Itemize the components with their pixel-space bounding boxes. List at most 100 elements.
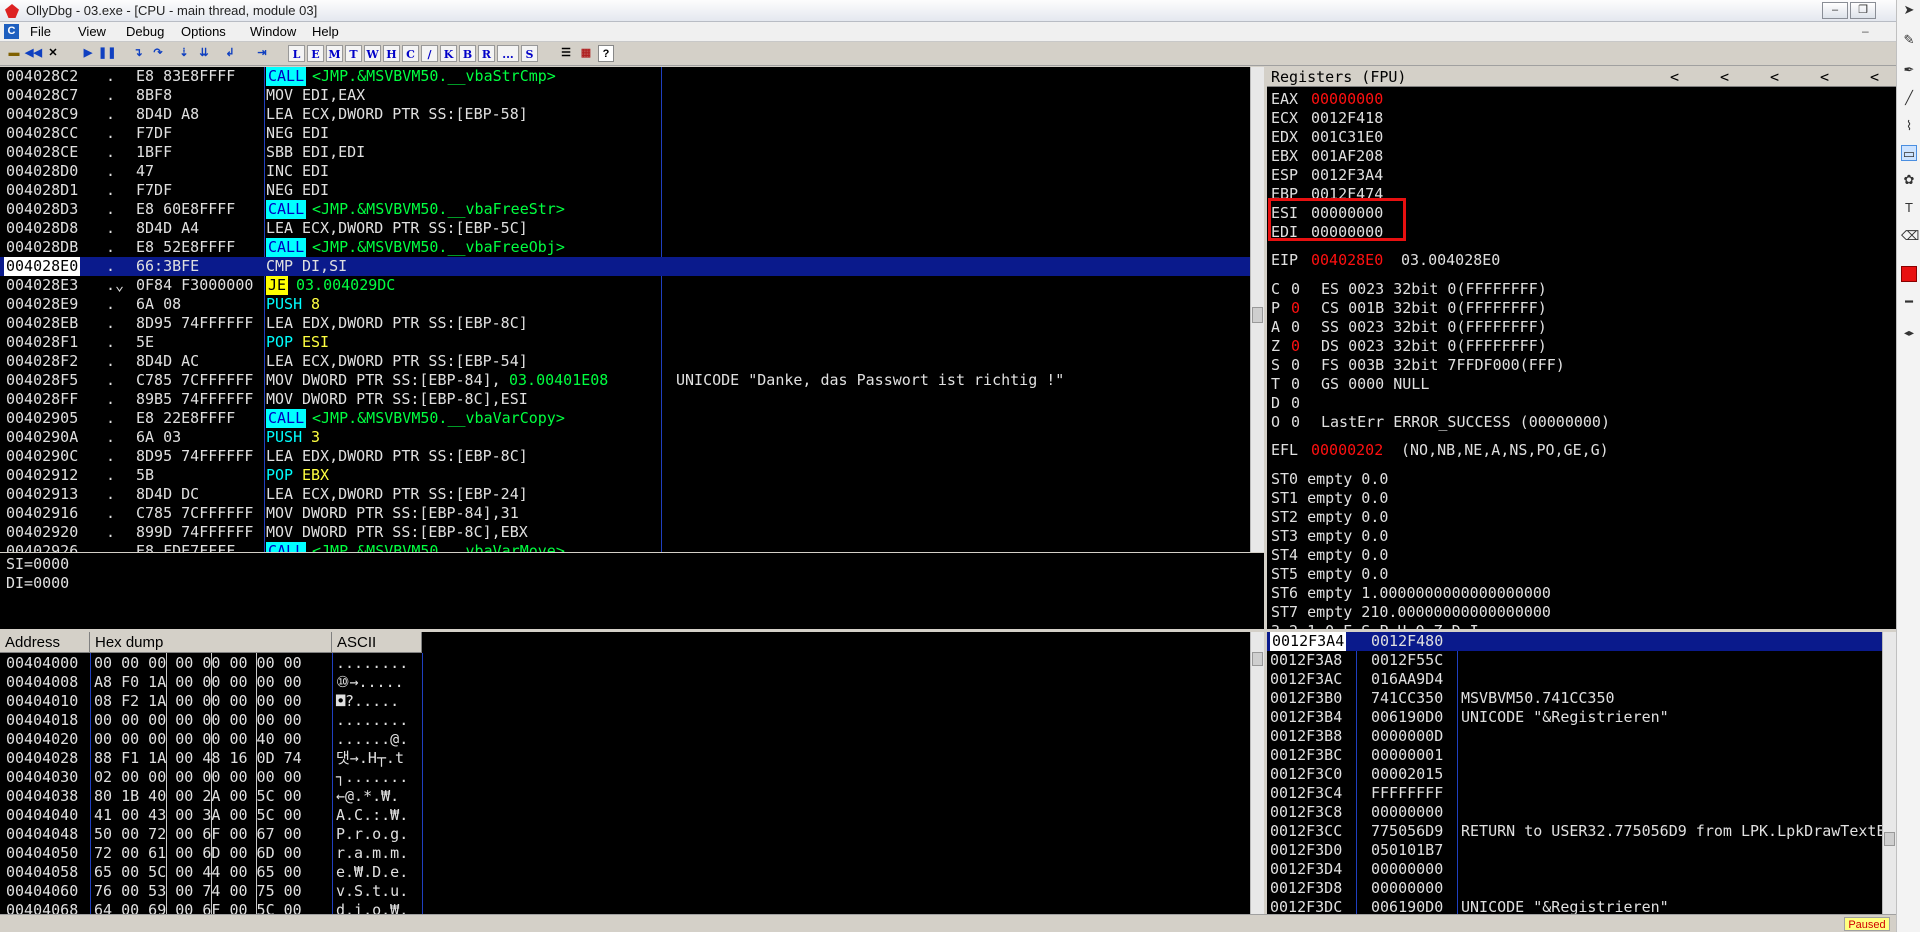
flag-value[interactable]: 0 — [1291, 394, 1300, 413]
text-tool-icon[interactable]: T — [1901, 200, 1917, 216]
hex-column-header[interactable]: Hex dump — [90, 632, 332, 653]
registers-pane[interactable]: Registers (FPU) < < < < < EAX 00000000 ECX 0012… — [1267, 67, 1896, 629]
disassembly-pane[interactable]: 004028C2. E8 83E8FFFF CALL <JMP.&MSVBVM50._… — [0, 67, 1250, 552]
register-view-arrow-button[interactable]: < — [1670, 68, 1679, 87]
disasm-row[interactable]: 00402916. C785 7CFFFFFF MOV DWORD PTR SS:[E… — [0, 504, 1250, 523]
disasm-row[interactable]: 0040290A. 6A 03 PUSH 3 — [0, 428, 1250, 447]
close-icon[interactable]: ✕ — [45, 45, 61, 62]
stack-row[interactable]: 0012F3C4 FFFFFFFF — [1267, 784, 1882, 803]
dump-row[interactable]: 00404018 00 00 00 00 00 00 00 00........ — [0, 711, 1250, 730]
register-value[interactable]: 00000000 — [1311, 90, 1383, 109]
disasm-row[interactable]: 004028EB. 8D95 74FFFFFF LEA EDX,DWORD PTR S… — [0, 314, 1250, 333]
pencil-tool-icon[interactable]: ✎ — [1901, 32, 1917, 48]
register-value[interactable]: 001C31E0 — [1311, 128, 1383, 147]
stack-row[interactable]: 0012F3B4 006190D0 UNICODE "&Registrieren" — [1267, 708, 1882, 727]
menu-debug[interactable]: Debug — [126, 24, 164, 39]
dump-pane[interactable]: Address Hex dump ASCII 00404000 00 00 00 … — [0, 632, 1250, 914]
window-shortcut-3-button[interactable]: M — [326, 45, 343, 62]
registers-header[interactable]: Registers (FPU) < < < < < — [1267, 67, 1896, 87]
rectangle-tool-icon[interactable]: ▭ — [1901, 145, 1917, 161]
goto-icon[interactable]: ⇥ — [254, 45, 270, 62]
expand-icon[interactable]: ◂▸ — [1901, 326, 1917, 342]
cpu-window-icon[interactable]: C — [4, 24, 19, 39]
stack-row[interactable]: 0012F3AC 016AA9D4 — [1267, 670, 1882, 689]
disasm-row[interactable]: 004028E0. 66:3BFE CMP DI,SI — [0, 257, 1250, 276]
window-shortcut-8-button[interactable]: / — [421, 45, 438, 62]
dump-row[interactable]: 00404060 76 00 53 00 74 00 75 00 v.S.t.u. — [0, 882, 1250, 901]
menu-file[interactable]: File — [30, 24, 51, 39]
mdi-minimize-icon[interactable]: – — [1862, 24, 1869, 38]
disasm-row[interactable]: 004028CE. 1BFF SBB EDI,EDI — [0, 143, 1250, 162]
pen-tool-icon[interactable]: ✒ — [1901, 62, 1917, 78]
disasm-row[interactable]: 00402920. 899D 74FFFFFF MOV DWORD PTR SS:[E… — [0, 523, 1250, 542]
register-value[interactable]: 0012F418 — [1311, 109, 1383, 128]
dump-row[interactable]: 00404068 64 00 69 00 6F 00 5C 00 d.i.o.₩. — [0, 901, 1250, 914]
stack-row[interactable]: 0012F3A4 0012F480 — [1267, 632, 1882, 651]
menu-help[interactable]: Help — [312, 24, 339, 39]
stack-row[interactable]: 0012F3D0 050101B7 — [1267, 841, 1882, 860]
disasm-row[interactable]: 004028C2. E8 83E8FFFF CALL <JMP.&MSVBVM50._… — [0, 67, 1250, 86]
stack-row[interactable]: 0012F3C8 00000000 — [1267, 803, 1882, 822]
eip-value[interactable]: 004028E0 — [1311, 251, 1383, 270]
window-shortcut-9-button[interactable]: K — [440, 45, 457, 62]
stack-row[interactable]: 0012F3DC 006190D0 UNICODE "&Registrieren" — [1267, 898, 1882, 914]
stroke-width-icon[interactable]: ━ — [1901, 294, 1917, 310]
restore-button[interactable]: ❐ — [1850, 2, 1876, 19]
disasm-row[interactable]: 00402926. E8 FDE7FFFF CALL <JMP.&MSVBVM50._… — [0, 542, 1250, 552]
disassembly-scrollbar[interactable] — [1250, 67, 1264, 552]
run-icon[interactable]: ▶ — [80, 45, 96, 62]
disasm-row[interactable]: 004028DB. E8 52E8FFFF CALL <JMP.&MSVBVM50._… — [0, 238, 1250, 257]
window-shortcut-11-button[interactable]: R — [478, 45, 495, 62]
disasm-row[interactable]: 00402912. 5B POP EBX — [0, 466, 1250, 485]
disasm-row[interactable]: 004028D8. 8D4D A4 LEA ECX,DWORD PTR SS:[EBP… — [0, 219, 1250, 238]
dump-row[interactable]: 00404038 80 1B 40 00 2A 00 5C 00 ←@.*.₩. — [0, 787, 1250, 806]
stack-pane[interactable]: 0012F3A4 0012F480 0012F3A8 0012F55C 0012F3AC… — [1267, 632, 1882, 914]
menu-window[interactable]: Window — [250, 24, 296, 39]
trace-into-icon[interactable]: ⇣ — [176, 45, 192, 62]
dump-row[interactable]: 00404040 41 00 43 00 3A 00 5C 00 A.C.:.₩. — [0, 806, 1250, 825]
flag-value[interactable]: 0 — [1291, 356, 1300, 375]
brush-tool-icon[interactable]: ⌇ — [1901, 118, 1917, 134]
stack-row[interactable]: 0012F3CC 775056D9 RETURN to USER32.775056D… — [1267, 822, 1882, 841]
window-shortcut-7-button[interactable]: C — [402, 45, 419, 62]
dump-row[interactable]: 00404020 00 00 00 00 00 00 40 00 ......@. — [0, 730, 1250, 749]
flag-value[interactable]: 0 — [1291, 280, 1300, 299]
list-icon[interactable]: ☰ — [558, 45, 574, 62]
stack-scrollbar[interactable] — [1882, 632, 1896, 914]
register-view-arrow-button[interactable]: < — [1770, 68, 1779, 87]
disasm-row[interactable]: 004028F2. 8D4D AC LEA ECX,DWORD PTR SS:[EBP… — [0, 352, 1250, 371]
dump-row[interactable]: 00404048 50 00 72 00 6F 00 67 00 P.r.o.g. — [0, 825, 1250, 844]
dump-row[interactable]: 00404010 08 F2 1A 00 00 00 00 00 ◘?..... — [0, 692, 1250, 711]
disasm-row[interactable]: 00402905. E8 22E8FFFF CALL <JMP.&MSVBVM50._… — [0, 409, 1250, 428]
register-view-arrow-button[interactable]: < — [1870, 68, 1879, 87]
dump-row[interactable]: 00404008 A8 F0 1A 00 00 00 00 00 ⑩→..... — [0, 673, 1250, 692]
stack-row[interactable]: 0012F3D4 00000000 — [1267, 860, 1882, 879]
pause-icon[interactable]: ❚❚ — [98, 45, 116, 62]
color-swatch-icon[interactable] — [1901, 266, 1917, 282]
window-shortcut-10-button[interactable]: B — [459, 45, 476, 62]
disasm-row[interactable]: 004028F5. C785 7CFFFFFF MOV DWORD PTR SS:[E… — [0, 371, 1250, 390]
flag-value[interactable]: 0 — [1291, 375, 1300, 394]
menu-view[interactable]: View — [78, 24, 106, 39]
disasm-row[interactable]: 004028E3 .⌄ 0F84 F3000000 JE 03.004029DC — [0, 276, 1250, 295]
stack-row[interactable]: 0012F3B8 0000000D — [1267, 727, 1882, 746]
minimize-button[interactable]: – — [1822, 2, 1848, 19]
dump-row[interactable]: 00404000 00 00 00 00 00 00 00 00........ — [0, 654, 1250, 673]
window-shortcut-4-button[interactable]: T — [345, 45, 362, 62]
execute-till-return-icon[interactable]: ↲ — [222, 45, 238, 62]
window-shortcut-1-button[interactable]: L — [288, 45, 305, 62]
menu-options[interactable]: Options — [181, 24, 226, 39]
grid-icon[interactable]: ▦ — [578, 45, 594, 62]
help-icon[interactable]: ? — [598, 45, 614, 62]
dump-row[interactable]: 00404058 65 00 5C 00 44 00 65 00 e.₩.D.e. — [0, 863, 1250, 882]
efl-value[interactable]: 00000202 — [1311, 441, 1383, 460]
disasm-row[interactable]: 004028D1. F7DF NEG EDI — [0, 181, 1250, 200]
flag-value[interactable]: 0 — [1291, 337, 1300, 356]
stack-row[interactable]: 0012F3BC 00000001 — [1267, 746, 1882, 765]
register-view-arrow-button[interactable]: < — [1720, 68, 1729, 87]
flag-value[interactable]: 0 — [1291, 318, 1300, 337]
disasm-row[interactable]: 004028C7. 8BF8 MOV EDI,EAX — [0, 86, 1250, 105]
window-shortcut-2-button[interactable]: E — [307, 45, 324, 62]
step-into-icon[interactable]: ↴ — [130, 45, 146, 62]
dump-row[interactable]: 00404028 88 F1 1A 00 48 16 0D 74 댓→.H┬.t — [0, 749, 1250, 768]
